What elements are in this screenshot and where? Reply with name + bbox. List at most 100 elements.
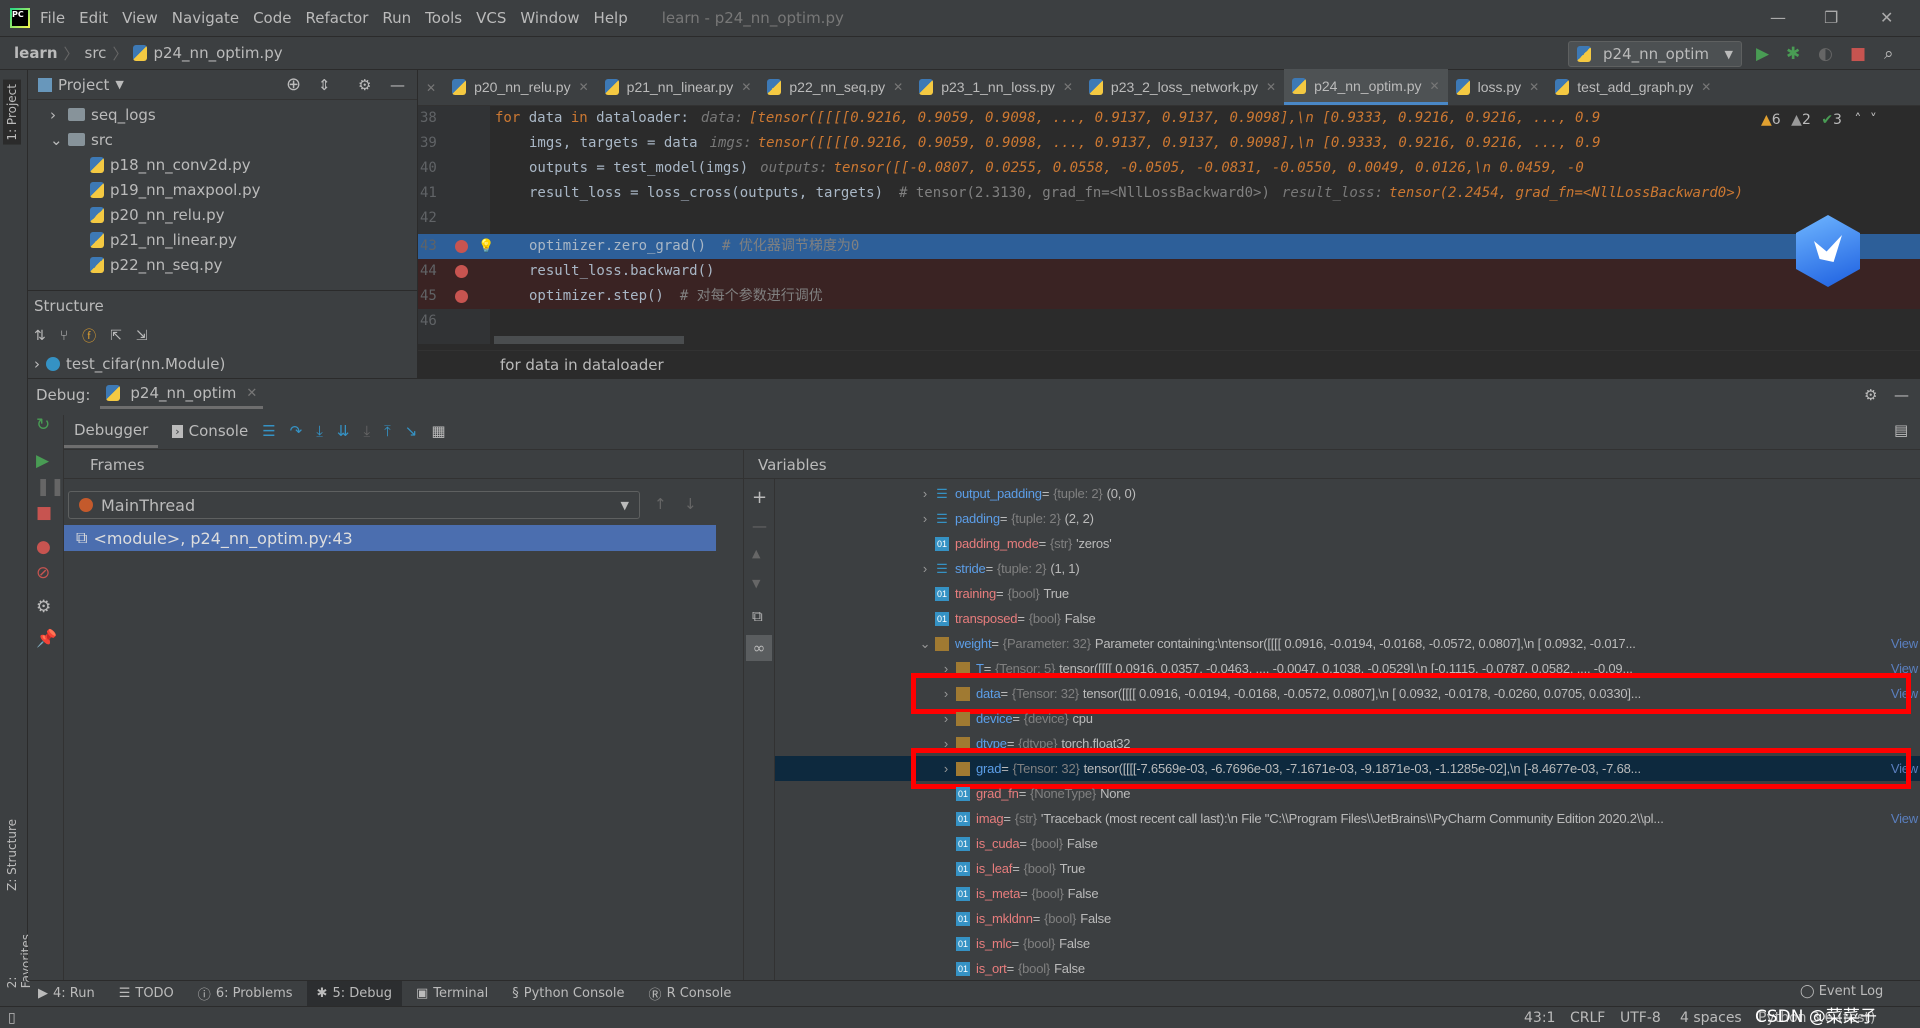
show-execution-point-icon[interactable]: ☰ [262,422,275,440]
code-editor[interactable]: ✕ p20_nn_relu.py ✕ p21_nn_linear.py ✕ p22_nn_… [418,69,1920,378]
line-separator[interactable]: CRLF [1570,1010,1605,1026]
editor-tab[interactable]: p21_nn_linear.py ✕ [597,69,760,105]
tool-window-todo[interactable]: ☰ TODO [109,981,184,1007]
chevron-icon[interactable]: › [50,106,68,124]
minimize-button[interactable]: — [1770,8,1786,27]
breakpoint-icon[interactable] [455,265,468,278]
code-line[interactable]: 44 result_loss.backward() [418,259,1920,284]
menu-refactor[interactable]: Refactor [305,9,368,27]
tool-window-problems[interactable]: ⓘ 6: Problems [188,981,303,1007]
menu-file[interactable]: File [40,9,65,27]
hide-icon[interactable]: — [1894,386,1909,404]
view-breakpoints-icon[interactable]: ● [36,537,51,557]
thread-select[interactable]: MainThread ▼ [68,491,640,519]
resume-icon[interactable]: ▶ [36,451,49,471]
tab-console[interactable]: Console [189,422,249,440]
editor-tab[interactable]: p20_nn_relu.py ✕ [444,69,597,105]
intention-bulb-icon[interactable]: 💡 [478,234,494,259]
pin-icon[interactable]: 📌 [36,629,57,649]
variable-row[interactable]: 01 transposed = {bool} False [775,606,1920,631]
close-tab-icon[interactable]: ✕ [893,80,903,94]
indent-setting[interactable]: 4 spaces [1680,1010,1742,1026]
autoscroll-from-source-icon[interactable]: ⇲ [136,328,148,344]
tab-debugger[interactable]: Debugger [64,415,159,448]
breadcrumb-project[interactable]: learn [14,44,58,62]
show-watches-icon[interactable]: ∞ [746,635,772,661]
close-tab-icon[interactable]: ✕ [741,80,751,94]
editor-breadcrumb[interactable]: for data in dataloader [418,350,1920,378]
frame-row[interactable]: ⧉ <module>, p24_nn_optim.py:43 [64,525,716,551]
menu-navigate[interactable]: Navigate [172,9,239,27]
variable-row[interactable]: 01 is_leaf = {bool} True [775,856,1920,881]
breadcrumb-file[interactable]: p24_nn_optim.py [153,44,282,62]
close-tab-icon[interactable]: ✕ [1701,80,1711,94]
run-icon[interactable]: ▶ [1756,44,1769,64]
code-line[interactable]: 38 for data in dataloader: data: [tensor([[… [418,106,1920,131]
variable-row[interactable]: 01 padding_mode = {str}'zeros' [775,531,1920,556]
project-tool-tab[interactable]: 1: Project [3,80,21,145]
step-into-icon[interactable]: ⤓ [316,422,323,440]
expand-icon[interactable]: ⌄ [915,636,935,652]
editor-tab[interactable]: p24_nn_optim.py ✕ [1284,69,1448,105]
variable-row[interactable]: 01 is_cuda = {bool} False [775,831,1920,856]
project-title[interactable]: Project [58,76,109,94]
step-over-icon[interactable]: ↷ [290,422,303,440]
hide-icon[interactable]: — [390,76,405,94]
editor-tab[interactable]: p22_nn_seq.py ✕ [759,69,911,105]
tree-item[interactable]: p19_nn_maxpool.py [28,177,417,202]
breadcrumb-folder[interactable]: src [85,44,107,62]
code-line[interactable]: 43 💡 optimizer.zero_grad() # 优化器调节梯度为0 [418,234,1920,259]
debug-session-tab[interactable]: p24_nn_optim ✕ [100,380,264,409]
previous-highlight-icon[interactable]: ˄ [1854,112,1861,128]
run-config-select[interactable]: p24_nn_optim ▼ [1568,41,1742,67]
collapse-all-icon[interactable]: ⇕ [318,76,331,94]
code-line[interactable]: 45 optimizer.step() # 对每个参数进行调优 [418,284,1920,309]
debug-icon[interactable]: ✱ [1786,44,1800,64]
previous-frame-icon[interactable]: ↑ [654,495,667,513]
sort-icon[interactable]: ⇅ [34,328,46,344]
tool-window-debug[interactable]: ✱ 5: Debug [306,980,402,1007]
menu-help[interactable]: Help [594,9,628,27]
expand-icon[interactable]: › [915,561,935,576]
variable-row[interactable]: 01 is_mlc = {bool} False [775,931,1920,956]
variable-row[interactable]: 01 imag = {str} 'Traceback (most recent cal… [775,806,1920,831]
variable-row[interactable]: › ☰ output_padding = {tuple: 2} (0, 0) [775,481,1920,506]
chevron-icon[interactable]: ⌄ [50,131,68,149]
tree-item[interactable]: ⌄ src [28,127,417,152]
locate-icon[interactable]: ⊕ [286,74,301,95]
copy-icon[interactable]: ⧉ [752,607,763,625]
chevron-right-icon[interactable]: › [34,355,40,373]
caret-position[interactable]: 43:1 [1524,1010,1555,1026]
tool-window-r-console[interactable]: Ⓡ R Console [639,981,742,1007]
toggle-tool-windows-icon[interactable]: ▯ [8,1010,16,1026]
tool-window-python-console[interactable]: § Python Console [502,981,634,1007]
breakpoint-icon[interactable] [455,240,468,253]
variable-row[interactable]: › device = {device} cpu [775,706,1920,731]
code-line[interactable]: 46 [418,309,1920,334]
search-everywhere-icon[interactable]: ⌕ [1884,44,1894,64]
tree-item[interactable]: p18_nn_conv2d.py [28,152,417,177]
next-highlight-icon[interactable]: ˅ [1870,112,1877,128]
close-tab-icon[interactable]: ✕ [246,386,257,401]
code-line[interactable]: 42 [418,206,1920,231]
editor-tab[interactable]: test_add_graph.py ✕ [1547,69,1719,105]
tool-window-terminal[interactable]: ▣ Terminal [406,981,498,1007]
file-encoding[interactable]: UTF-8 [1620,1010,1661,1026]
code-line[interactable]: 40 outputs = test_model(imgs) outputs: tens… [418,156,1920,181]
show-inherited-icon[interactable]: ⑂ [60,328,68,344]
coverage-icon[interactable]: ◐ [1818,44,1833,64]
variable-row[interactable]: › ☰ stride = {tuple: 2} (1, 1) [775,556,1920,581]
stop-icon[interactable]: ■ [36,503,52,523]
variable-row[interactable]: 01 training = {bool} True [775,581,1920,606]
editor-tab[interactable]: p23_2_loss_network.py ✕ [1081,69,1284,105]
menu-window[interactable]: Window [520,9,579,27]
tree-item[interactable]: p21_nn_linear.py [28,227,417,252]
menu-tools[interactable]: Tools [425,9,462,27]
menu-edit[interactable]: Edit [79,9,108,27]
gear-icon[interactable]: ⚙ [358,76,371,94]
autoscroll-to-source-icon[interactable]: ⇱ [110,328,122,344]
remove-watch-icon[interactable]: — [752,517,767,535]
gear-icon[interactable]: ⚙ [1864,386,1877,404]
stop-icon[interactable]: ■ [1850,44,1866,64]
close-tab-icon[interactable]: ✕ [579,80,589,94]
